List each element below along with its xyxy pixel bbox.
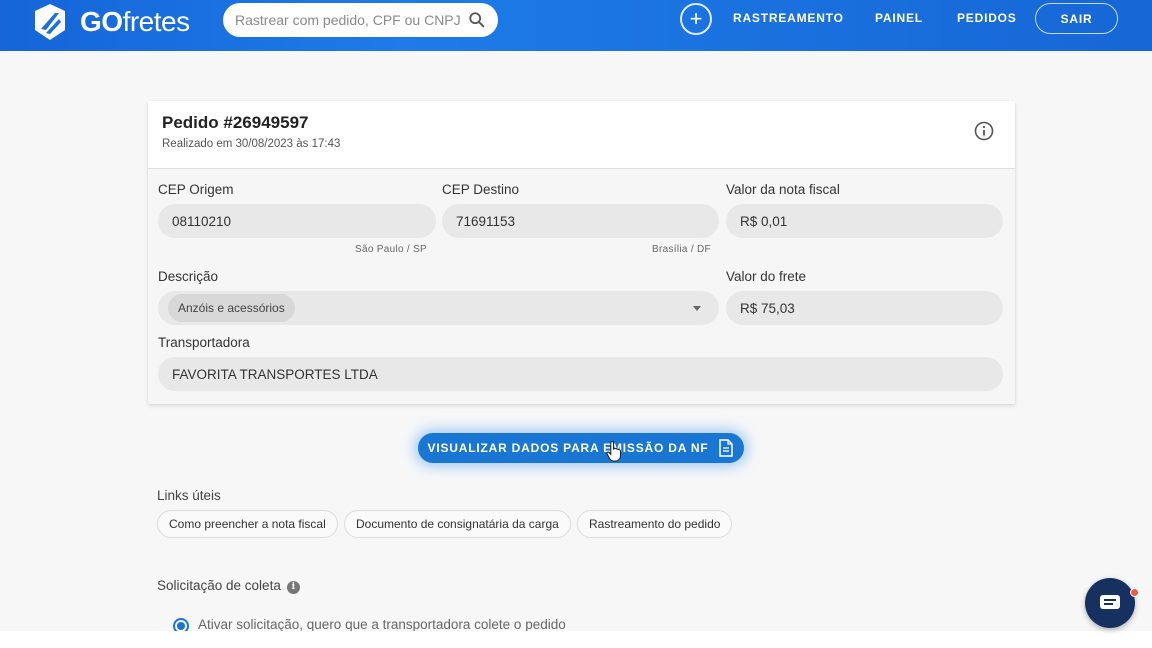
pickup-request-option-label[interactable]: Ativar solicitação, quero que a transpor… [198,617,566,632]
tracking-search-input[interactable] [235,12,468,28]
logo-text: GOfretes [80,6,190,37]
logo-mark-icon [35,4,65,40]
description-chip[interactable]: Anzóis e acessórios [168,294,295,322]
freight-value-label: Valor do frete [726,269,807,284]
dest-cep-label: CEP Destino [442,182,520,197]
chat-bubble-icon [1100,595,1120,609]
nav-pedidos[interactable]: PEDIDOS [957,11,1017,25]
dest-cep-field[interactable]: 71691153 [442,204,719,238]
top-navbar: GOfretes + RASTREAMENTO PAINEL PEDIDOS S… [0,0,1152,51]
order-title: Pedido #26949597 [162,113,309,132]
origin-cep-field[interactable]: 08110210 [158,204,436,238]
invoice-value-field[interactable]: R$ 0,01 [726,204,1003,238]
tracking-search-box[interactable] [223,3,498,37]
origin-cep-label: CEP Origem [158,182,234,197]
nav-painel[interactable]: PAINEL [875,11,923,25]
document-icon [719,439,734,457]
link-consignee-document[interactable]: Documento de consignatária da carga [344,510,571,538]
link-order-tracking[interactable]: Rastreamento do pedido [577,510,733,538]
description-label: Descrição [158,269,219,284]
origin-city-hint: São Paulo / SP [355,244,428,255]
carrier-label: Transportadora [158,335,250,350]
logout-button[interactable]: SAIR [1035,3,1118,34]
dropdown-arrow-icon[interactable] [693,306,701,311]
pickup-request-label: Solicitação de coleta i [157,578,300,594]
description-select[interactable]: Anzóis e acessórios [158,291,719,325]
search-icon[interactable] [468,11,486,29]
bottom-strip [0,631,1152,648]
view-invoice-data-button[interactable]: VISUALIZAR DADOS PARA EMISSÃO DA NF [418,433,744,463]
gofretes-logo[interactable]: GOfretes [30,2,190,42]
dest-city-hint: Brasília / DF [652,244,711,255]
invoice-value-label: Valor da nota fiscal [726,182,840,197]
freight-value-field[interactable]: R$ 75,03 [726,291,1003,325]
pickup-info-icon[interactable]: i [286,581,300,594]
order-card: Pedido #26949597 Realizado em 30/08/2023… [148,101,1015,404]
carrier-field[interactable]: FAVORITA TRANSPORTES LTDA [158,357,1003,391]
order-card-header: Pedido #26949597 Realizado em 30/08/2023… [148,101,1015,169]
nav-rastreamento[interactable]: RASTREAMENTO [733,11,844,25]
hand-cursor-icon [606,441,621,462]
link-how-to-fill-invoice[interactable]: Como preencher a nota fiscal [157,510,338,538]
useful-links-label: Links úteis [157,488,221,503]
notification-dot [1130,588,1139,597]
order-date: Realizado em 30/08/2023 às 17:43 [162,138,341,150]
new-order-button[interactable]: + [680,3,712,35]
view-invoice-data-label: VISUALIZAR DADOS PARA EMISSÃO DA NF [427,441,709,455]
info-icon[interactable] [974,121,994,141]
chat-support-button[interactable] [1085,578,1135,628]
